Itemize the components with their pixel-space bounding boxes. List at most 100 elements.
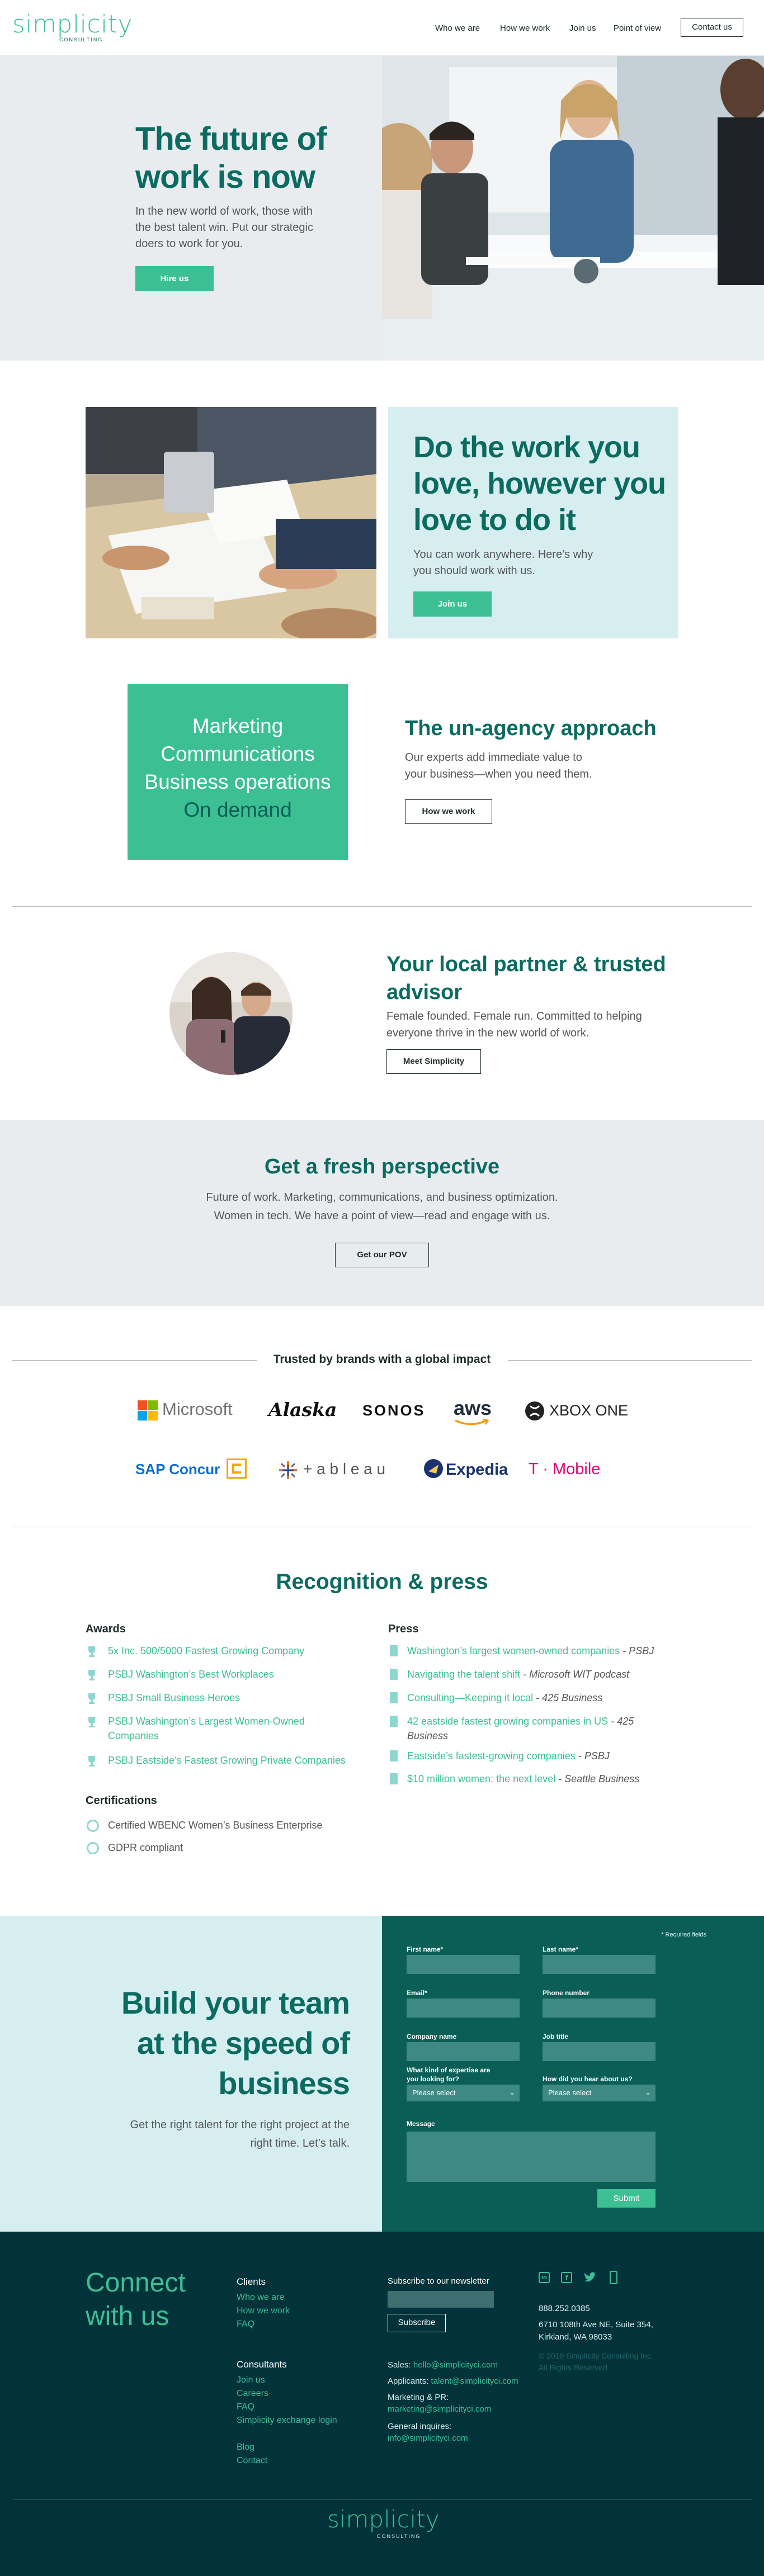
job-title-input[interactable] (543, 2042, 655, 2061)
perspective-body: Future of work. Marketing, communication… (0, 1188, 764, 1225)
concur-c-icon (227, 1459, 247, 1479)
logo[interactable]: simplicity (12, 10, 133, 39)
award-link[interactable]: 5x Inc. 500/5000 Fastest Growing Company (108, 1644, 304, 1658)
email-input[interactable] (407, 1999, 520, 2018)
submit-button[interactable]: Submit (597, 2189, 655, 2208)
expertise-select[interactable]: Please select ⌄ (407, 2085, 520, 2101)
press-link[interactable]: Washington’s largest women-owned compani… (407, 1645, 620, 1656)
hero-photo (382, 56, 764, 361)
divider (12, 906, 752, 907)
footer-link-exchange-login[interactable]: Simplicity exchange login (237, 2414, 337, 2427)
footer-link-who-we-are[interactable]: Who we are (237, 2291, 284, 2304)
trophy-icon (88, 1756, 95, 1767)
press-source: Business (407, 1730, 449, 1741)
press-source: - 425 Business (533, 1692, 603, 1703)
company-input[interactable] (407, 2042, 520, 2061)
press-item[interactable]: Eastside’s fastest-growing companies - P… (407, 1749, 610, 1763)
unagency-title: The un-agency approach (405, 717, 657, 740)
build-body-line: right time. Let’s talk. (250, 2137, 350, 2149)
chevron-down-icon: ⌄ (509, 2088, 515, 2096)
press-item[interactable]: $10 million women: the next level - Seat… (407, 1772, 639, 1786)
alaska-logo: Alaska (268, 1399, 337, 1420)
partner-title-line: Your local partner & trusted (386, 953, 666, 976)
nav-who-we-are[interactable]: Who we are (435, 23, 480, 33)
nav-point-of-view[interactable]: Point of view (614, 23, 661, 33)
press-link[interactable]: $10 million women: the next level (407, 1773, 555, 1784)
press-link[interactable]: Eastside’s fastest-growing companies (407, 1750, 576, 1761)
join-us-button[interactable]: Join us (413, 591, 492, 617)
press-item[interactable]: Navigating the talent shift - Microsoft … (407, 1667, 629, 1682)
phone-input[interactable] (543, 1999, 655, 2018)
connect-title: Connect with us (86, 2266, 186, 2333)
connect-title-line: with us (86, 2302, 169, 2331)
cert-item: Certified WBENC Women’s Business Enterpr… (108, 1820, 323, 1831)
document-icon (390, 1645, 398, 1656)
nav-how-we-work[interactable]: How we work (500, 23, 550, 33)
press-link[interactable]: 42 eastside fastest growing companies in… (407, 1716, 608, 1727)
footer-logo[interactable]: simplicity (327, 2506, 440, 2533)
applicants-contact: Applicants: talent@simplicityci.com (388, 2375, 518, 2388)
last-name-input[interactable] (543, 1955, 655, 1974)
press-item[interactable]: Consulting—Keeping it local - 425 Busine… (407, 1690, 602, 1705)
facebook-icon[interactable]: f (561, 2272, 572, 2283)
press-link[interactable]: Consulting—Keeping it local (407, 1692, 533, 1703)
work-card: Do the work you love, however you love t… (388, 407, 678, 638)
sonos-logo: SONOS (362, 1402, 426, 1419)
press-source: - 425 (608, 1716, 634, 1727)
award-link[interactable]: PSBJ Small Business Heroes (108, 1690, 240, 1705)
message-textarea[interactable] (407, 2132, 655, 2182)
document-icon (390, 1692, 398, 1703)
footer-link-join-us[interactable]: Join us (237, 2374, 265, 2387)
marketing-email-link[interactable]: marketing@simplicityci.com (388, 2403, 491, 2416)
partner-photo (169, 952, 293, 1075)
partner-title: Your local partner & trusted advisor (386, 950, 666, 1006)
press-heading: Press (388, 1623, 419, 1635)
footer-link-faq-consultants[interactable]: FAQ (237, 2400, 254, 2414)
contact-button[interactable]: Contact us (681, 18, 743, 37)
expedia-logo: Expedia (446, 1461, 508, 1479)
newsletter-input[interactable] (388, 2291, 494, 2308)
hire-us-button[interactable]: Hire us (135, 266, 214, 291)
how-we-work-button[interactable]: How we work (405, 799, 492, 824)
mobile-icon[interactable] (610, 2271, 617, 2284)
award-link-cont[interactable]: Companies (108, 1729, 159, 1743)
subscribe-button[interactable]: Subscribe (388, 2314, 446, 2332)
sales-email-link[interactable]: hello@simplicityci.com (413, 2360, 498, 2370)
hero-title-line: The future of (135, 121, 327, 157)
hero-body-line: In the new world of work, those with (135, 205, 313, 217)
award-link[interactable]: PSBJ Eastside’s Fastest Growing Private … (108, 1753, 346, 1768)
footer-link-contact[interactable]: Contact (237, 2454, 267, 2468)
award-link[interactable]: PSBJ Washington’s Best Workplaces (108, 1667, 274, 1682)
perspective-section: Get a fresh perspective Future of work. … (0, 1120, 764, 1306)
contact-form: * Required fields First name* Last name*… (382, 1916, 764, 2232)
twitter-icon[interactable] (583, 2272, 597, 2283)
award-link[interactable]: PSBJ Washington’s Largest Women-Owned (108, 1714, 305, 1729)
get-pov-button[interactable]: Get our POV (335, 1243, 429, 1267)
linkedin-icon[interactable]: in (539, 2272, 550, 2283)
expertise-label: What kind of expertise are you looking f… (407, 2066, 490, 2083)
meet-simplicity-button[interactable]: Meet Simplicity (386, 1049, 481, 1074)
hero-section: The future of work is now In the new wor… (0, 56, 764, 361)
footer-link-careers[interactable]: Careers (237, 2387, 268, 2400)
first-name-input[interactable] (407, 1955, 520, 1974)
required-note: * Required fields (661, 1931, 706, 1938)
speakers-image (169, 952, 293, 1075)
service-communications: Communications (161, 742, 315, 765)
footer-link-how-we-work[interactable]: How we work (237, 2304, 290, 2318)
footer-link-blog[interactable]: Blog (237, 2441, 254, 2454)
trophy-icon (88, 1693, 95, 1704)
badge-icon (87, 1842, 99, 1854)
hear-select[interactable]: Please select ⌄ (543, 2085, 655, 2101)
footer-link-faq[interactable]: FAQ (237, 2318, 254, 2331)
expertise-label-line: you looking for? (407, 2075, 459, 2083)
copyright-line: © 2019 Simplicity Consulting Inc. (539, 2351, 653, 2360)
copyright-line: All Rights Reserved (539, 2363, 607, 2372)
press-link[interactable]: Navigating the talent shift (407, 1669, 520, 1680)
press-item[interactable]: 42 eastside fastest growing companies in… (407, 1714, 634, 1729)
build-title-line: business (218, 2066, 350, 2101)
press-item[interactable]: Washington’s largest women-owned compani… (407, 1644, 654, 1658)
build-title: Build your team at the speed of business (67, 1983, 350, 2104)
general-email-link[interactable]: info@simplicityci.com (388, 2432, 468, 2445)
applicants-email-link[interactable]: talent@simplicityci.com (431, 2376, 518, 2386)
nav-join-us[interactable]: Join us (569, 23, 596, 33)
